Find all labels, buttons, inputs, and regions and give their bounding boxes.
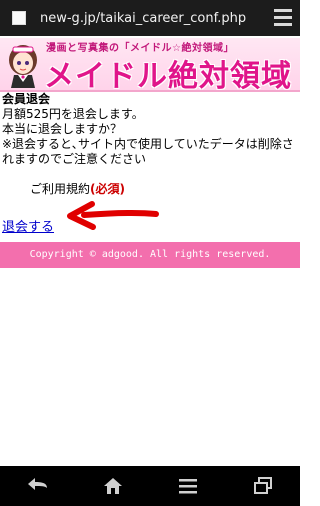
recent-apps-button[interactable] <box>243 466 283 506</box>
withdraw-content: 会員退会 月額525円を退会します。 本当に退会しますか？ ※退会すると､サイト… <box>2 92 298 167</box>
fee-text: 月額525円を退会します。 <box>2 107 144 121</box>
terms-row: ご利用規約(必須) <box>30 180 125 197</box>
site-banner[interactable]: 漫画と写真集の「メイドル☆絶対領域」 メイドル絶対領域 <box>0 38 300 92</box>
menu-icon[interactable] <box>274 9 292 27</box>
confirm-text: 本当に退会しますか？ <box>2 122 123 136</box>
arrow-left-icon <box>67 201 159 230</box>
maid-logo-icon <box>9 45 37 88</box>
system-nav-bar <box>0 466 300 506</box>
windows-icon <box>253 477 272 494</box>
notice-text: ※退会すると､サイト内で使用していたデータは削除されますのでご注意ください <box>2 137 294 166</box>
footer: Copyright © adgood. All rights reserved. <box>0 242 300 268</box>
terms-link[interactable]: ご利用規約 <box>30 182 90 196</box>
browser-toolbar: new-g.jp/taikai_career_conf.php <box>0 0 300 36</box>
home-button[interactable] <box>93 466 133 506</box>
page-icon[interactable] <box>12 11 26 25</box>
required-badge: (必須) <box>90 182 125 196</box>
menu-button[interactable] <box>168 466 208 506</box>
back-button[interactable] <box>18 466 58 506</box>
withdraw-link[interactable]: 退会する <box>2 216 54 235</box>
page-title: 会員退会 <box>2 92 51 106</box>
home-icon <box>103 478 122 494</box>
list-icon <box>178 479 197 494</box>
back-icon <box>27 478 47 490</box>
url-bar[interactable]: new-g.jp/taikai_career_conf.php <box>40 11 272 26</box>
banner-title: メイドル絶対領域 <box>44 59 292 92</box>
screen: new-g.jp/taikai_career_conf.php 漫画と写真集の「… <box>0 0 300 506</box>
